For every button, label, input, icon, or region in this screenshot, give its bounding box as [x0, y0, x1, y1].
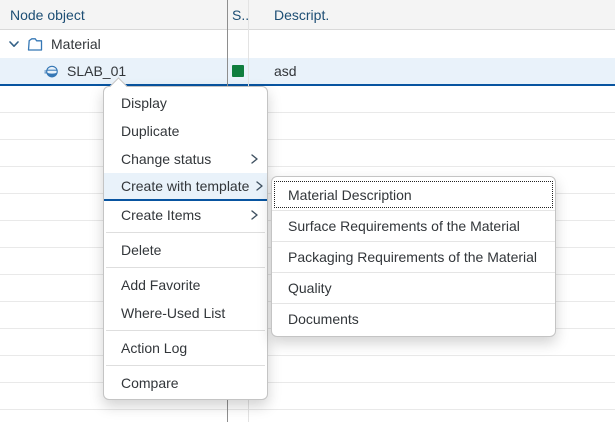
menu-item-action-log[interactable]: Action Log — [104, 334, 267, 362]
menu-item-create-items[interactable]: Create Items — [104, 201, 267, 229]
empty-table-row — [0, 113, 615, 140]
status-cell — [227, 58, 248, 84]
table-header: Node object S... Descript. — [0, 0, 615, 30]
submenu-item-surface-requirements-of-the-material[interactable]: Surface Requirements of the Material — [272, 210, 555, 241]
context-menu: Display Duplicate Change status Create w… — [103, 86, 268, 400]
node-tree-screen: Node object S... Descript. Material — [0, 0, 615, 422]
menu-item-delete[interactable]: Delete — [104, 236, 267, 264]
menu-item-label: Delete — [121, 242, 259, 258]
menu-item-add-favorite[interactable]: Add Favorite — [104, 271, 267, 299]
submenu-arrow-icon — [255, 180, 264, 192]
menu-item-where-used-list[interactable]: Where-Used List — [104, 299, 267, 327]
folder-icon — [27, 37, 43, 52]
submenu-item-label: Packaging Requirements of the Material — [288, 249, 537, 265]
submenu-item-label: Quality — [288, 280, 332, 296]
column-header-node-object[interactable]: Node object — [0, 0, 227, 29]
menu-item-label: Where-Used List — [121, 305, 259, 321]
menu-separator — [106, 365, 265, 366]
description-cell — [248, 30, 615, 58]
submenu-item-quality[interactable]: Quality — [272, 272, 555, 303]
node-label: Material — [51, 36, 101, 52]
menu-separator — [106, 267, 265, 268]
menu-item-change-status[interactable]: Change status — [104, 145, 267, 173]
menu-item-display[interactable]: Display — [104, 89, 267, 117]
status-green-square — [232, 65, 244, 77]
submenu-item-documents[interactable]: Documents — [272, 303, 555, 334]
context-menu-items: Display Duplicate Change status Create w… — [104, 89, 267, 397]
submenu-item-material-description[interactable]: Material Description — [272, 179, 555, 210]
submenu-item-label: Surface Requirements of the Material — [288, 218, 520, 234]
description-cell: asd — [248, 58, 615, 84]
menu-item-label: Duplicate — [121, 123, 259, 139]
menu-separator — [106, 232, 265, 233]
menu-item-label: Display — [121, 95, 259, 111]
chevron-down-icon[interactable] — [8, 38, 20, 50]
empty-table-row — [0, 356, 615, 383]
tree-row-slab-01[interactable]: SLAB_01 asd — [0, 58, 615, 86]
empty-table-row — [0, 410, 615, 422]
tree-row-material[interactable]: Material — [0, 30, 615, 58]
empty-table-row — [0, 86, 615, 113]
column-header-description[interactable]: Descript. — [248, 0, 615, 29]
submenu-arrow-icon — [250, 153, 259, 165]
menu-item-label: Compare — [121, 375, 259, 391]
description-text: asd — [274, 63, 297, 79]
menu-item-label: Add Favorite — [121, 277, 259, 293]
node-cell: SLAB_01 — [0, 58, 227, 84]
submenu-item-packaging-requirements-of-the-material[interactable]: Packaging Requirements of the Material — [272, 241, 555, 272]
node-cell: Material — [0, 30, 227, 58]
empty-table-row — [0, 383, 615, 410]
menu-separator — [106, 330, 265, 331]
column-header-status[interactable]: S... — [227, 0, 248, 29]
menu-item-compare[interactable]: Compare — [104, 369, 267, 397]
menu-item-label: Action Log — [121, 340, 259, 356]
create-with-template-submenu: Material Description Surface Requirement… — [271, 176, 556, 337]
menu-item-label: Create with template — [121, 178, 249, 194]
submenu-item-label: Documents — [288, 311, 359, 327]
empty-table-row — [0, 140, 615, 167]
material-object-icon — [44, 64, 59, 79]
submenu-arrow-icon — [250, 209, 259, 221]
menu-item-create-with-template[interactable]: Create with template — [104, 173, 267, 201]
status-cell — [227, 30, 248, 58]
submenu-item-label: Material Description — [288, 187, 412, 203]
menu-item-duplicate[interactable]: Duplicate — [104, 117, 267, 145]
menu-item-label: Create Items — [121, 207, 244, 223]
menu-item-label: Change status — [121, 151, 244, 167]
